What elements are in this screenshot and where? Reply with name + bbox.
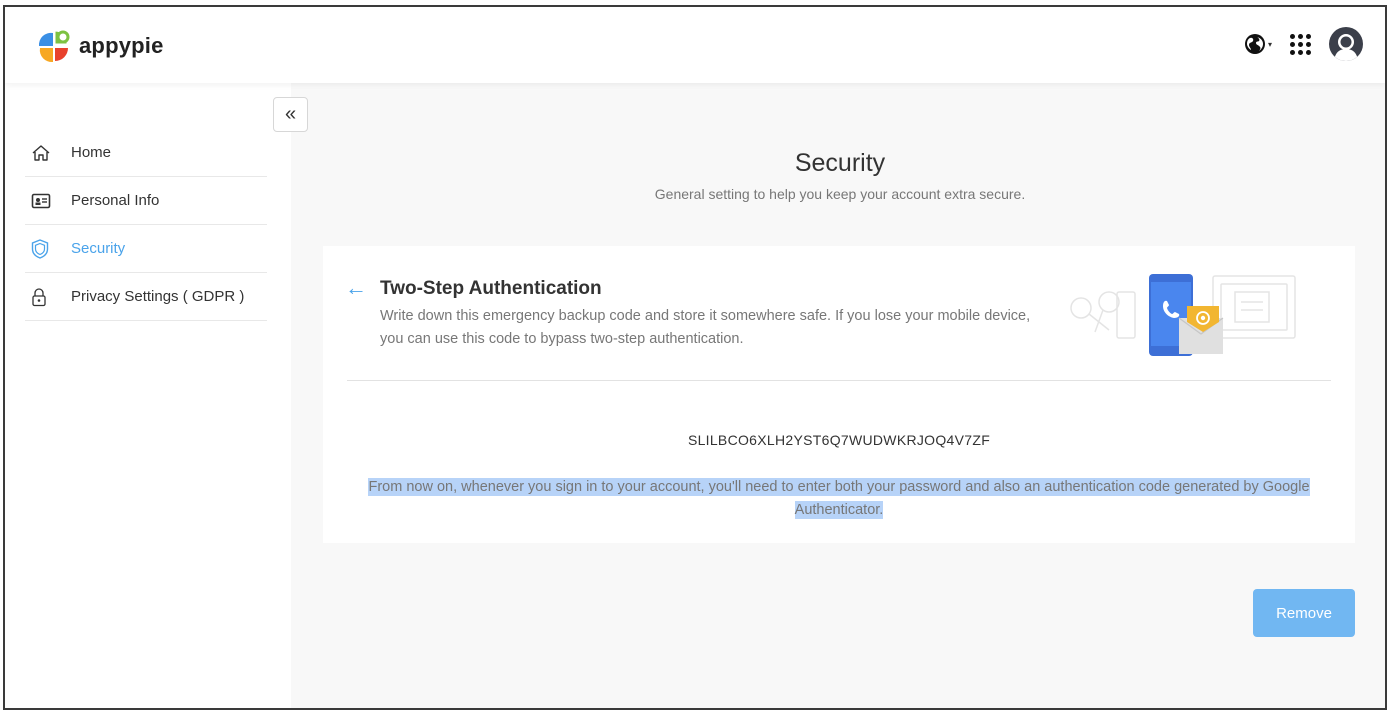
remove-button[interactable]: Remove	[1253, 589, 1355, 637]
user-avatar-icon[interactable]	[1329, 27, 1363, 61]
authenticator-note: From now on, whenever you sign in to you…	[323, 476, 1355, 522]
id-card-icon	[25, 193, 71, 209]
sidebar-item-label: Privacy Settings ( GDPR )	[71, 288, 245, 305]
header-actions: ▾	[1244, 27, 1363, 61]
sidebar-item-privacy-settings[interactable]: Privacy Settings ( GDPR )	[25, 273, 267, 321]
card-divider	[347, 380, 1331, 381]
home-icon	[25, 144, 71, 162]
app-window: appypie ▾ Home Personal Info Security Pr…	[3, 5, 1387, 710]
card-title: Two-Step Authentication	[380, 278, 602, 299]
apps-grid-icon[interactable]	[1290, 33, 1311, 55]
arrow-left-icon[interactable]: ←	[345, 277, 367, 299]
sidebar-item-home[interactable]: Home	[25, 129, 267, 177]
page-title: Security	[794, 149, 886, 177]
sidebar-item-personal-info[interactable]: Personal Info	[25, 177, 267, 225]
two-step-auth-card: ← Two-Step Authentication Write down thi…	[323, 246, 1355, 543]
chevron-down-icon: ▾	[1267, 39, 1272, 49]
two-step-illustration	[1070, 274, 1296, 356]
shield-icon	[25, 238, 71, 259]
sidebar-item-label: Personal Info	[71, 192, 160, 209]
page-subtitle: General setting to help you keep your ac…	[654, 186, 1026, 202]
sidebar-nav: Home Personal Info Security Privacy Sett…	[25, 129, 267, 321]
main-content: Security General setting to help you kee…	[291, 83, 1385, 708]
collapse-sidebar-button[interactable]: «	[273, 97, 308, 132]
globe-icon	[1244, 34, 1265, 54]
double-chevron-left-icon: «	[284, 103, 297, 125]
card-description: Write down this emergency backup code an…	[380, 308, 1031, 347]
sidebar-item-label: Security	[71, 240, 126, 257]
sidebar-item-label: Home	[71, 144, 112, 161]
sidebar: Home Personal Info Security Privacy Sett…	[5, 83, 291, 708]
top-header: appypie ▾	[5, 7, 1385, 83]
appypie-logo[interactable]: appypie	[33, 25, 164, 67]
highlighted-note-text: From now on, whenever you sign in to you…	[368, 478, 1310, 519]
appypie-logo-icon	[38, 30, 70, 63]
logo-text: appypie	[79, 33, 164, 58]
lock-icon	[25, 287, 71, 307]
backup-code: SLILBCO6XLH2YST6Q7WUDWKRJOQ4V7ZF	[687, 432, 991, 448]
sidebar-item-security[interactable]: Security	[25, 225, 267, 273]
language-selector[interactable]: ▾	[1244, 33, 1272, 55]
